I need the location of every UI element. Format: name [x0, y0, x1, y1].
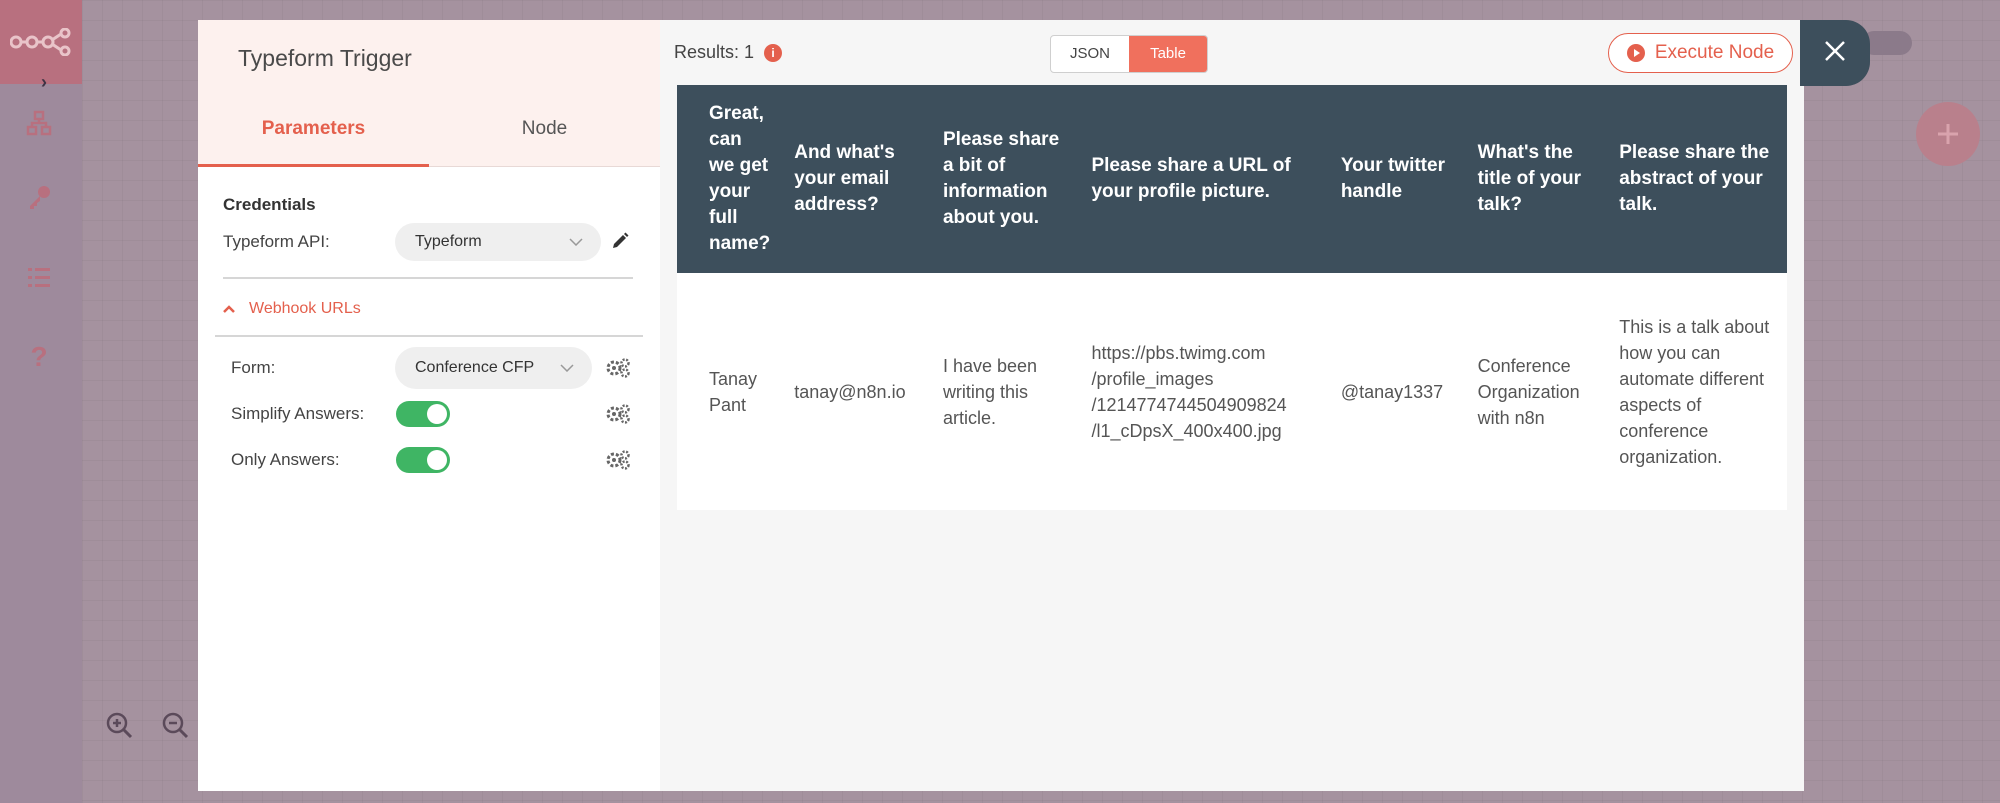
node-title[interactable]: Typeform Trigger — [238, 45, 412, 72]
credentials-heading: Credentials — [223, 195, 316, 214]
tab-parameters[interactable]: Parameters — [198, 96, 429, 167]
table-cell: Conference Organization with n8n — [1477, 355, 1580, 428]
form-label: Form: — [231, 358, 276, 377]
credential-row: Typeform API: Typeform — [223, 219, 636, 265]
parameters-body: Credentials Typeform API: Typeform Webho… — [198, 167, 660, 791]
column-header: Please share the abstract of your talk. — [1603, 85, 1787, 273]
chevron-down-icon — [569, 233, 583, 251]
table-row: Tanay Pant tanay@n8n.io I have been writ… — [677, 273, 1787, 510]
output-view-toggle: JSON Table — [1050, 35, 1208, 73]
credential-select[interactable]: Typeform — [395, 223, 601, 261]
table-view-button[interactable]: Table — [1129, 36, 1207, 72]
node-tabs: Parameters Node — [198, 96, 660, 167]
table-cell: https://pbs.twimg.com /profile_images /1… — [1091, 342, 1287, 441]
table-cell: @tanay1337 — [1340, 381, 1444, 402]
column-header: Please share a URL of your profile pictu… — [1075, 85, 1325, 273]
only-answers-label: Only Answers: — [231, 450, 340, 469]
node-header: Typeform Trigger Parameters Node — [198, 20, 660, 167]
credential-label: Typeform API: — [223, 232, 330, 251]
credential-value: Typeform — [415, 233, 482, 250]
column-header: Your twitter handle — [1324, 85, 1462, 273]
column-header: Great, can we get your full name? — [677, 85, 779, 273]
only-answers-row: Only Answers: — [223, 437, 636, 483]
simplify-answers-label: Simplify Answers: — [231, 404, 365, 423]
workflow-icon[interactable] — [22, 106, 56, 140]
parameter-options-gear-icon[interactable] — [605, 357, 631, 379]
simplify-answers-row: Simplify Answers: — [223, 391, 636, 437]
chevron-down-icon — [560, 359, 574, 377]
chevron-up-icon — [223, 300, 235, 318]
divider — [215, 335, 643, 337]
form-value: Conference CFP — [415, 359, 535, 376]
form-row: Form: Conference CFP — [223, 345, 636, 391]
simplify-answers-switch[interactable] — [396, 401, 450, 427]
webhook-urls-toggle[interactable]: Webhook URLs — [223, 295, 636, 323]
divider — [223, 277, 633, 279]
column-header: What's the title of your talk? — [1461, 85, 1604, 273]
results-count: Results: 1 i — [674, 42, 783, 63]
sidebar-expand-icon[interactable]: › — [34, 72, 54, 96]
column-header: And what's your email address? — [778, 85, 927, 273]
parameter-options-gear-icon[interactable] — [605, 403, 631, 425]
edit-credential-icon[interactable] — [611, 232, 629, 255]
results-count-text: Results: 1 — [674, 42, 755, 62]
tab-node[interactable]: Node — [429, 96, 660, 166]
editor-sidebar: › ? — [0, 0, 82, 803]
executions-list-icon[interactable] — [22, 260, 56, 294]
help-icon[interactable]: ? — [22, 340, 56, 374]
parameter-options-gear-icon[interactable] — [605, 449, 631, 471]
close-icon — [1823, 39, 1847, 68]
table-header-row: Great, can we get your full name? And wh… — [677, 85, 1787, 273]
key-icon[interactable] — [22, 180, 56, 214]
table-cell: tanay@n8n.io — [794, 381, 906, 402]
info-icon[interactable]: i — [764, 43, 783, 62]
close-dialog-button[interactable] — [1800, 20, 1870, 86]
add-node-button[interactable] — [1916, 102, 1980, 166]
table-cell: I have been writing this article. — [942, 355, 1038, 428]
table-cell: Tanay Pant — [709, 368, 758, 415]
output-panel: Results: 1 i JSON Table Execute Node Gre… — [660, 20, 1804, 791]
table-cell: This is a talk about how you can automat… — [1619, 316, 1770, 467]
json-view-button[interactable]: JSON — [1051, 36, 1129, 72]
output-table: Great, can we get your full name? And wh… — [677, 85, 1787, 510]
play-icon — [1626, 44, 1645, 62]
column-header: Please share a bit of information about … — [926, 85, 1076, 273]
execute-node-button[interactable]: Execute Node — [1608, 33, 1793, 73]
zoom-out-icon[interactable] — [158, 708, 192, 742]
webhook-urls-label: Webhook URLs — [249, 300, 361, 317]
parameters-panel: Typeform Trigger Parameters Node Credent… — [198, 20, 660, 791]
only-answers-switch[interactable] — [396, 447, 450, 473]
zoom-in-icon[interactable] — [102, 708, 136, 742]
node-dialog: Typeform Trigger Parameters Node Credent… — [198, 20, 1804, 791]
execute-node-label: Execute Node — [1654, 42, 1775, 63]
form-select[interactable]: Conference CFP — [395, 347, 592, 389]
